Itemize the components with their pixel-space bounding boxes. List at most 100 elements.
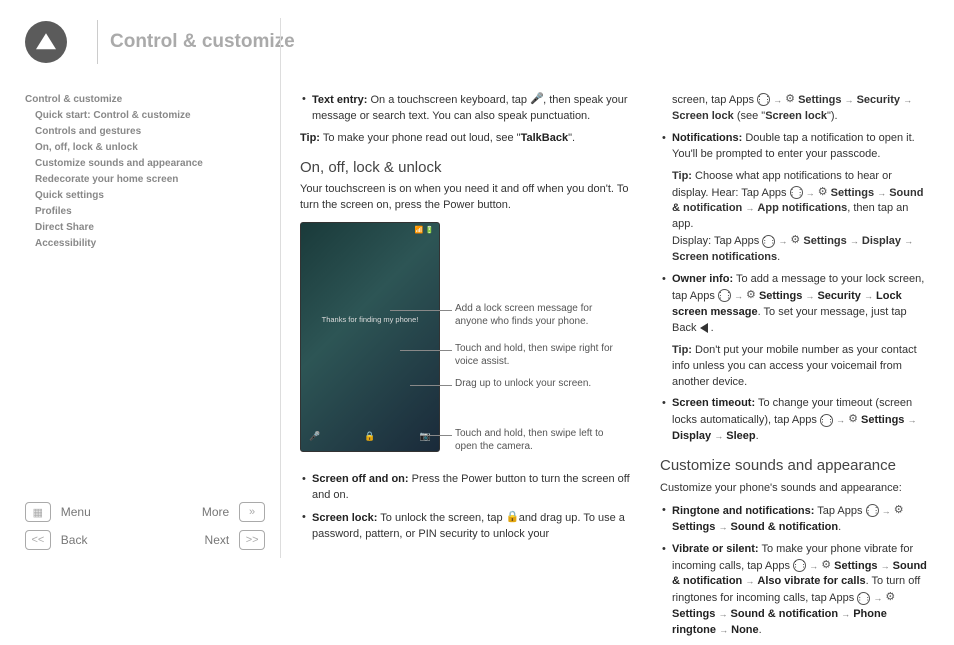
callout-line: [410, 385, 452, 386]
bold: Settings: [831, 186, 874, 198]
bullet-text-entry: Text entry: On a touchscreen keyboard, t…: [300, 92, 630, 125]
text: Tap Apps: [814, 505, 865, 517]
back-icon[interactable]: <<: [25, 530, 51, 550]
apps-icon: ⋮⋮: [793, 559, 806, 572]
arrow-icon: →: [836, 415, 845, 425]
toc-sidebar: Control & customize Quick start: Control…: [25, 92, 255, 252]
bold: Settings: [861, 414, 904, 426]
intro-onoff: Your touchscreen is on when you need it …: [300, 182, 630, 214]
callout-4: Touch and hold, then swipe left to open …: [455, 427, 625, 453]
menu-icon[interactable]: ▦: [25, 502, 51, 522]
apps-icon: ⋮⋮: [857, 592, 870, 605]
arrow-icon: →: [882, 506, 891, 516]
arrow-icon: →: [745, 576, 754, 586]
more-button[interactable]: More: [150, 505, 229, 519]
tip-label: Tip:: [300, 132, 320, 144]
toc-link[interactable]: Quick settings: [25, 188, 255, 204]
apps-icon: ⋮⋮: [790, 186, 803, 199]
toc-link[interactable]: Redecorate your home screen: [25, 172, 255, 188]
bold: Display: [862, 235, 901, 247]
column-2: screen, tap Apps ⋮⋮ → ⚙ Settings → Secur…: [660, 92, 930, 645]
column-divider: [280, 18, 281, 558]
gear-icon: ⚙: [818, 185, 828, 201]
gear-icon: ⚙: [785, 92, 795, 108]
bullet-ringtone: Ringtone and notifications: Tap Apps ⋮⋮ …: [660, 503, 930, 536]
heading-onoff: On, off, lock & unlock: [300, 157, 630, 179]
toc-link[interactable]: On, off, lock & unlock: [25, 140, 255, 156]
label: Screen timeout:: [672, 397, 755, 409]
bold: App notifications: [757, 202, 847, 214]
toc-link[interactable]: Accessibility: [25, 236, 255, 252]
lock-icon: 🔒: [506, 510, 516, 526]
callout-2: Touch and hold, then swipe right for voi…: [455, 342, 625, 368]
bold: None: [731, 624, 759, 636]
arrow-icon: →: [864, 291, 873, 301]
gear-icon: ⚙: [848, 412, 858, 428]
arrow-icon: →: [718, 609, 727, 619]
apps-icon: ⋮⋮: [757, 93, 770, 106]
callout-3: Drag up to unlock your screen.: [455, 377, 625, 390]
arrow-icon: →: [881, 560, 890, 570]
label: Text entry:: [312, 94, 367, 106]
toc-section[interactable]: Control & customize: [25, 92, 255, 108]
arrow-icon: →: [806, 187, 815, 197]
bold: Sound & notification: [731, 608, 839, 620]
gear-icon: ⚙: [746, 288, 756, 304]
lockscreen-figure: 📶 🔋 Thanks for finding my phone! 🎤 🔒 📷 A…: [300, 222, 630, 462]
back-triangle-icon: [700, 323, 708, 333]
label: Screen lock:: [312, 512, 377, 524]
bold: Settings: [834, 559, 877, 571]
customize-intro: Customize your phone's sounds and appear…: [660, 481, 930, 497]
phone-lockscreen-message: Thanks for finding my phone!: [301, 315, 439, 326]
bold: Display: [672, 430, 711, 442]
more-icon[interactable]: »: [239, 502, 265, 522]
arrow-icon: →: [745, 203, 754, 213]
bullet-screen-off: Screen off and on: Press the Power butto…: [300, 472, 630, 504]
arrow-icon: →: [718, 522, 727, 532]
tip-label: Tip:: [672, 170, 692, 182]
arrow-icon: →: [809, 560, 818, 570]
owner-tip: Tip: Don't put your mobile number as you…: [660, 343, 930, 391]
arrow-icon: →: [778, 236, 787, 246]
bold: Sleep: [726, 430, 755, 442]
gear-icon: ⚙: [821, 558, 831, 574]
bold: Screen lock: [672, 110, 734, 122]
page-title: Control & customize: [110, 31, 295, 53]
toc-link[interactable]: Customize sounds and appearance: [25, 156, 255, 172]
label: Notifications:: [672, 132, 742, 144]
menu-button[interactable]: Menu: [61, 505, 140, 519]
voice-assist-icon: 🎤: [309, 430, 320, 443]
bullet-owner-info: Owner info: To add a message to your loc…: [660, 272, 930, 337]
toc-link[interactable]: Direct Share: [25, 220, 255, 236]
arrow-icon: →: [873, 593, 882, 603]
next-button[interactable]: Next: [150, 533, 229, 547]
bold: TalkBack: [521, 132, 569, 144]
bold: Settings: [803, 235, 846, 247]
footer-nav: ▦ Menu More » << Back Next >>: [25, 502, 265, 558]
arrow-icon: →: [841, 609, 850, 619]
bold: Security: [817, 290, 860, 302]
text: To make your phone read out loud, see ": [320, 132, 521, 144]
callout-line: [390, 310, 452, 311]
bold: Security: [857, 94, 900, 106]
apps-icon: ⋮⋮: [866, 504, 879, 517]
apps-icon: ⋮⋮: [820, 414, 833, 427]
column-1: Text entry: On a touchscreen keyboard, t…: [300, 92, 630, 549]
bold: Sound & notification: [731, 521, 839, 533]
bold: Settings: [672, 521, 715, 533]
arrow-icon: →: [734, 291, 743, 301]
back-button[interactable]: Back: [61, 533, 140, 547]
text: screen, tap Apps: [672, 94, 757, 106]
bullet-vibrate: Vibrate or silent: To make your phone vi…: [660, 542, 930, 639]
header-divider: [97, 20, 98, 64]
bullet-screen-lock: Screen lock: To unlock the screen, tap 🔒…: [300, 510, 630, 543]
toc-link[interactable]: Controls and gestures: [25, 124, 255, 140]
text: Don't put your mobile number as your con…: [672, 344, 917, 388]
bold: Screen lock: [765, 110, 827, 122]
next-icon[interactable]: >>: [239, 530, 265, 550]
text: ").: [827, 110, 838, 122]
bullet-notifications: Notifications: Double tap a notification…: [660, 131, 930, 163]
toc-link[interactable]: Profiles: [25, 204, 255, 220]
toc-link[interactable]: Quick start: Control & customize: [25, 108, 255, 124]
text: To unlock the screen, tap: [377, 512, 505, 524]
